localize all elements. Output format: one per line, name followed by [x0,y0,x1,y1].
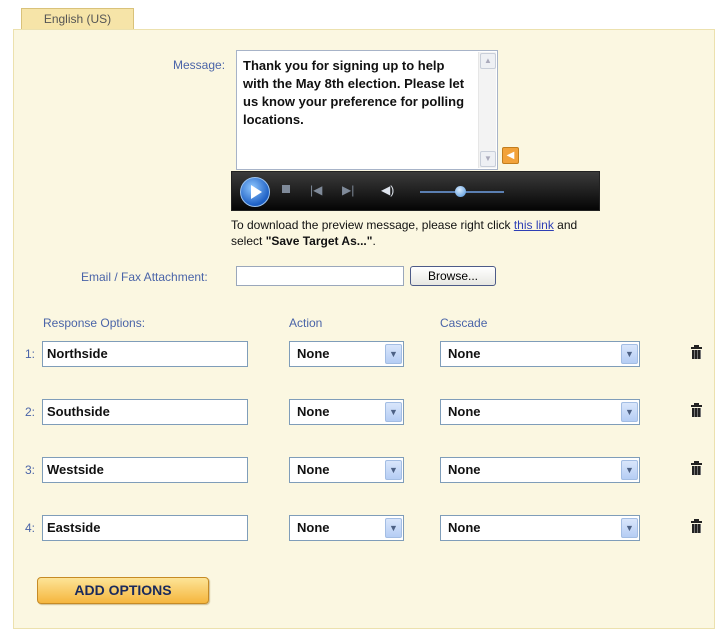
chevron-down-icon[interactable]: ▼ [385,518,402,538]
media-player: |◀ ▶| ◀) [231,171,600,211]
row-number: 3: [25,463,36,477]
download-link[interactable]: this link [514,218,554,232]
chevron-down-icon[interactable]: ▼ [621,344,638,364]
action-select-value: None [297,346,330,361]
chevron-down-icon[interactable]: ▼ [621,518,638,538]
cascade-select[interactable]: None ▼ [440,341,640,367]
action-select-value: None [297,520,330,535]
email-fax-label: Email / Fax Attachment: [81,270,208,284]
action-select-value: None [297,462,330,477]
volume-icon[interactable]: ◀) [381,183,394,197]
response-option-input[interactable]: Northside [42,341,248,367]
stop-icon[interactable] [282,185,290,193]
trash-icon[interactable] [691,461,702,476]
scroll-up-icon[interactable]: ▲ [480,53,496,69]
previous-icon[interactable]: |◀ [310,183,322,197]
browse-button[interactable]: Browse... [410,266,496,286]
cascade-select-value: None [448,462,481,477]
trash-icon[interactable] [691,519,702,534]
cascade-select[interactable]: None ▼ [440,399,640,425]
response-options-header: Response Options: [43,316,146,330]
next-icon[interactable]: ▶| [342,183,354,197]
trash-icon[interactable] [691,345,702,360]
cascade-select-value: None [448,520,481,535]
row-number: 2: [25,405,36,419]
attachment-file-input[interactable] [236,266,404,286]
message-textarea[interactable]: Thank you for signing up to help with th… [236,50,498,170]
download-instructions: To download the preview message, please … [231,217,606,249]
chevron-down-icon[interactable]: ▼ [385,344,402,364]
save-target-as-text: "Save Target As..." [265,234,373,248]
download-text-suffix: . [372,234,376,248]
scroll-down-icon[interactable]: ▼ [480,151,496,167]
tab-english-us[interactable]: English (US) [21,8,134,30]
row-number: 4: [25,521,36,535]
cascade-select[interactable]: None ▼ [440,457,640,483]
cascade-select-value: None [448,346,481,361]
chevron-down-icon[interactable]: ▼ [385,460,402,480]
action-select-value: None [297,404,330,419]
trash-icon[interactable] [691,403,702,418]
chevron-down-icon[interactable]: ▼ [385,402,402,422]
response-option-input[interactable]: Southside [42,399,248,425]
add-options-button[interactable]: ADD OPTIONS [37,577,209,604]
message-text: Thank you for signing up to help with th… [243,58,465,127]
download-text-prefix: To download the preview message, please … [231,218,514,232]
cascade-select-value: None [448,404,481,419]
volume-slider-handle[interactable] [455,186,466,197]
play-icon[interactable] [240,177,270,207]
action-select[interactable]: None ▼ [289,341,404,367]
action-header: Action [289,316,323,330]
speaker-icon[interactable]: ◀ [502,147,519,164]
action-select[interactable]: None ▼ [289,457,404,483]
row-number: 1: [25,347,36,361]
cascade-select[interactable]: None ▼ [440,515,640,541]
chevron-down-icon[interactable]: ▼ [621,460,638,480]
action-select[interactable]: None ▼ [289,515,404,541]
chevron-down-icon[interactable]: ▼ [621,402,638,422]
response-option-input[interactable]: Westside [42,457,248,483]
cascade-header: Cascade [440,316,488,330]
action-select[interactable]: None ▼ [289,399,404,425]
message-label: Message: [173,58,226,72]
response-option-input[interactable]: Eastside [42,515,248,541]
message-scrollbar[interactable]: ▲ ▼ [478,52,496,168]
